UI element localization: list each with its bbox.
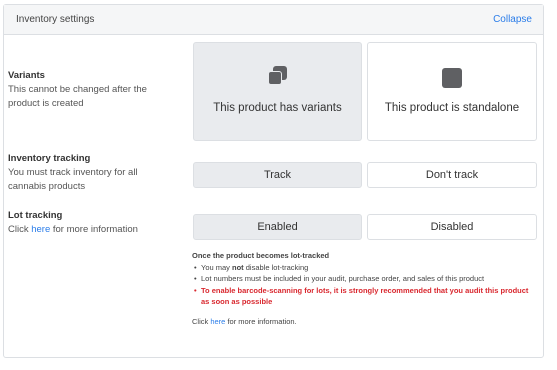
lot-tracking-title: Lot tracking (8, 210, 63, 221)
lot-disabled-option-label: Disabled (430, 221, 474, 233)
stacked-squares-icon (267, 66, 289, 88)
lot-enabled-option[interactable]: Enabled (193, 214, 362, 240)
lot-info-list: You may not disable lot-tracking Lot num… (192, 262, 537, 308)
lot-info-bullet-lot-numbers: Lot numbers must be included in your aud… (192, 273, 537, 285)
bullet1-suffix: disable lot-tracking (243, 262, 309, 272)
panel-title: Inventory settings (16, 14, 95, 25)
inventory-tracking-description: You must track inventory for all cannabi… (8, 167, 138, 192)
lot-tracking-here-link[interactable]: here (31, 224, 50, 235)
variants-option-has-variants-label: This product has variants (213, 102, 342, 114)
lot-disabled-option[interactable]: Disabled (367, 214, 537, 240)
lot-info-more: Click here for more information. (192, 316, 537, 328)
collapse-link[interactable]: Collapse (493, 14, 532, 25)
lot-info-here-link[interactable]: here (210, 317, 225, 326)
bullet1-bold: not (232, 262, 244, 272)
inventory-tracking-label-block: Inventory tracking You must track invent… (8, 152, 178, 194)
variants-description: This cannot be changed after the product… (8, 84, 147, 109)
track-option-label: Track (263, 169, 292, 181)
variants-option-standalone-label: This product is standalone (384, 102, 520, 114)
more-suffix: for more information. (225, 316, 297, 326)
track-option[interactable]: Track (193, 162, 362, 188)
more-prefix: Click (192, 316, 211, 326)
dont-track-option[interactable]: Don't track (367, 162, 537, 188)
lot-tracking-label-block: Lot tracking Click here for more informa… (8, 209, 178, 237)
lot-tracking-info: Once the product becomes lot-tracked You… (192, 250, 537, 327)
lot-info-heading: Once the product becomes lot-tracked (192, 251, 330, 260)
lot-tracking-description: Click here for more information (8, 223, 178, 237)
dont-track-option-label: Don't track (425, 169, 479, 181)
bullet1-prefix: You may (201, 262, 232, 272)
variants-title: Variants (8, 70, 45, 81)
variants-option-has-variants[interactable]: This product has variants (193, 42, 362, 141)
square-icon (441, 66, 463, 88)
inventory-tracking-title: Inventory tracking (8, 153, 91, 164)
variants-option-standalone[interactable]: This product is standalone (367, 42, 537, 141)
lot-info-bullet-warning: To enable barcode-scanning for lots, it … (192, 285, 537, 308)
lot-tracking-description-prefix: Click (8, 224, 32, 235)
lot-tracking-description-suffix: for more information (50, 224, 138, 235)
lot-enabled-option-label: Enabled (257, 221, 298, 233)
lot-info-bullet-disable: You may not disable lot-tracking (192, 262, 537, 274)
variants-label-block: Variants This cannot be changed after th… (8, 69, 178, 111)
panel-header: Inventory settings Collapse (4, 5, 543, 35)
